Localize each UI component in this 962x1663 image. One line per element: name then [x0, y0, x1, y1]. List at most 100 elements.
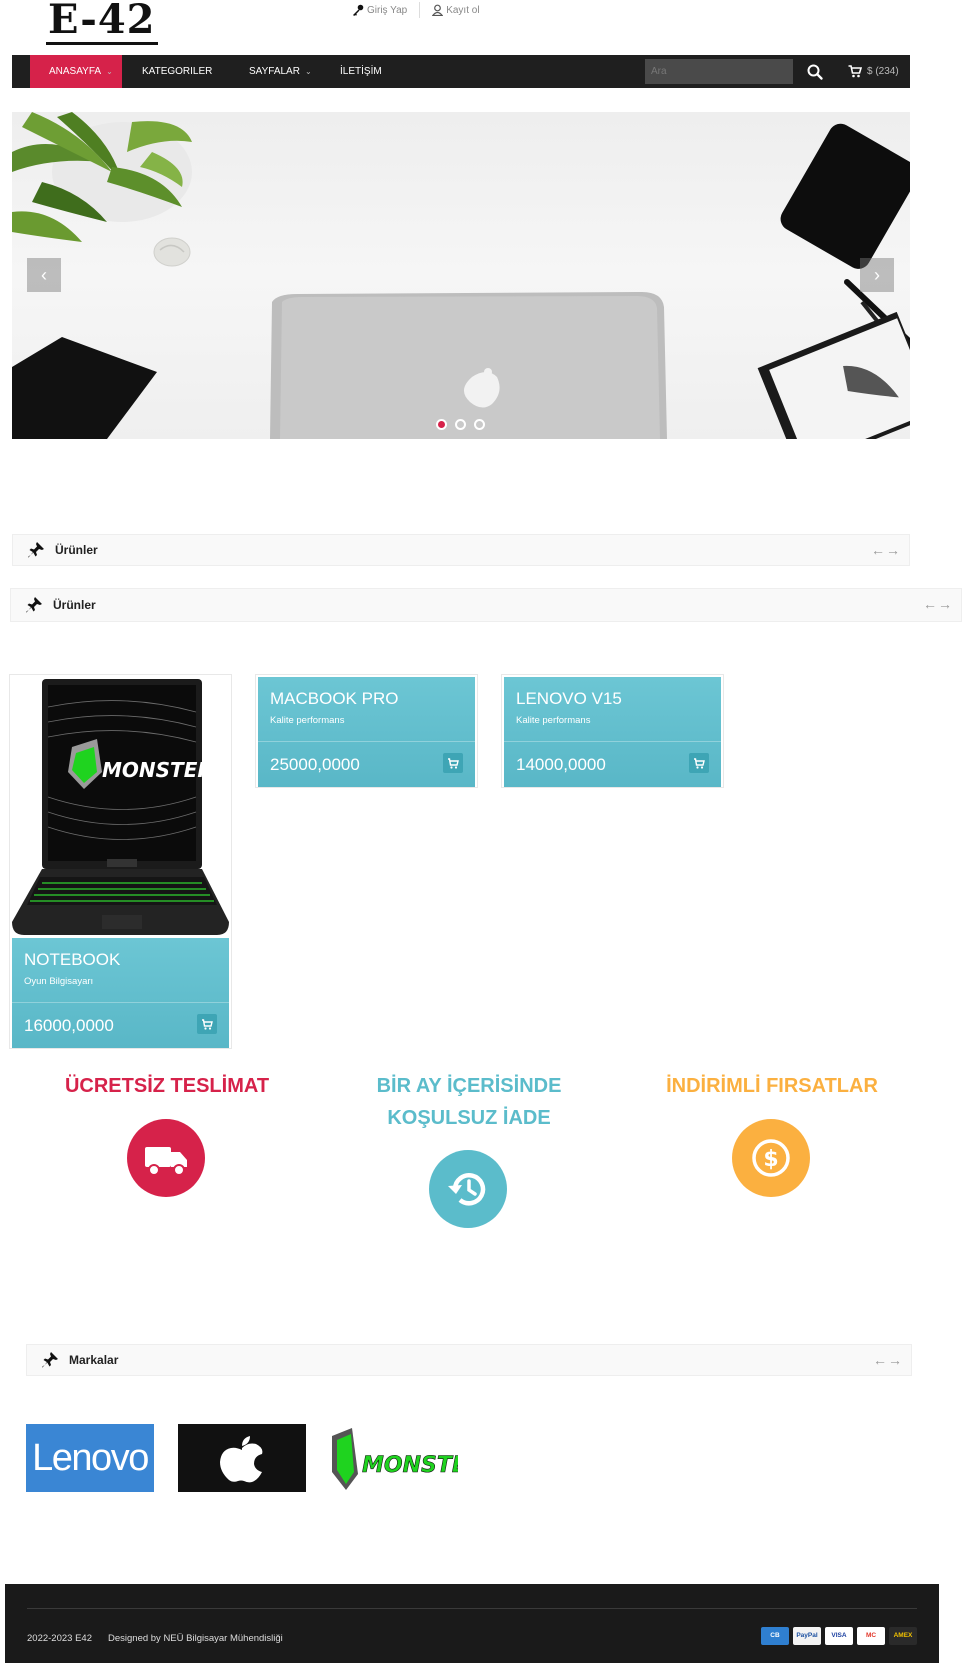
main-navbar: ANASAYFA ⌄ KATEGORILER SAYFALAR ⌄ İLETİŞİM… — [12, 55, 910, 88]
feature-deals: $ — [732, 1119, 810, 1197]
chevron-down-icon: ⌄ — [106, 67, 113, 76]
chevron-down-icon: ⌄ — [304, 67, 312, 76]
section-nav-arrows[interactable]: ←→ — [871, 542, 901, 558]
add-to-cart-button[interactable] — [689, 753, 709, 773]
product-image: MONSTER — [12, 677, 229, 938]
nav-item-iletisim[interactable]: İLETİŞİM — [340, 55, 382, 88]
product-desc: Oyun Bilgisayarı — [24, 976, 94, 987]
product-desc: Kalite performans — [270, 715, 345, 726]
nav-item-kategoriler[interactable]: KATEGORILER — [142, 55, 212, 88]
footer: 2022-2023 E42 Designed by NEÜ Bilgisayar… — [5, 1584, 939, 1663]
payment-visa-icon: VISA — [825, 1627, 853, 1645]
cart-icon — [448, 758, 459, 769]
product-info: NOTEBOOK Oyun Bilgisayarı 16000,0000 — [12, 938, 229, 1048]
payment-cb-icon: CB — [761, 1627, 789, 1645]
monster-logo: MONSTER — [332, 1428, 484, 1490]
products-section-header: Ürünler ←→ — [12, 534, 910, 566]
divider — [12, 1002, 229, 1003]
section-title: Markalar — [69, 1353, 119, 1367]
brands-section-header: Markalar ←→ — [26, 1344, 912, 1376]
account-links: Giriş Yap Kayıt ol — [340, 2, 492, 18]
slide-image — [12, 112, 910, 439]
slider-dot[interactable] — [436, 419, 447, 430]
apple-icon — [220, 1436, 263, 1483]
dollar-icon: $ — [752, 1139, 790, 1177]
section-nav-arrows[interactable]: ←→ — [873, 1352, 903, 1368]
brand-apple[interactable] — [178, 1424, 306, 1492]
slider-dots — [436, 419, 485, 430]
pin-icon — [28, 542, 44, 558]
product-card[interactable]: MONSTER NOTEBOOK Oyun Bilgisayarı 16000,… — [9, 674, 232, 1049]
search-input[interactable] — [645, 59, 793, 84]
user-icon — [432, 4, 444, 16]
nav-item-label: ANASAYFA — [49, 66, 102, 77]
pin-icon — [26, 597, 42, 613]
copyright: 2022-2023 E42 — [27, 1633, 92, 1644]
product-info: MACBOOK PRO Kalite performans 25000,0000 — [258, 677, 475, 787]
svg-text:$: $ — [763, 1147, 778, 1172]
register-link[interactable]: Kayıt ol — [420, 2, 491, 18]
feature-delivery — [127, 1119, 205, 1197]
nav-item-sayfalar[interactable]: SAYFALAR ⌄ — [249, 55, 312, 88]
login-label: Giriş Yap — [367, 4, 408, 16]
brand-name: Lenovo — [32, 1437, 149, 1479]
history-icon — [448, 1173, 486, 1206]
cart-icon — [848, 65, 862, 78]
payment-amex-icon: AMEX — [889, 1627, 917, 1645]
cart-total: $ (234) — [867, 66, 899, 77]
truck-icon — [145, 1147, 187, 1176]
slider-next-button[interactable]: › — [860, 258, 894, 292]
product-card[interactable]: LENOVO V15 Kalite performans 14000,0000 — [501, 674, 724, 788]
section-title: Ürünler — [55, 543, 98, 557]
brand-lenovo[interactable]: Lenovo — [26, 1424, 154, 1492]
laptop-image: MONSTER — [12, 679, 229, 935]
payment-methods: CB PayPal VISA MC AMEX — [761, 1627, 917, 1645]
divider — [258, 741, 475, 742]
register-label: Kayıt ol — [446, 4, 480, 16]
feature-returns — [429, 1150, 507, 1228]
add-to-cart-button[interactable] — [443, 753, 463, 773]
nav-item-label: KATEGORILER — [142, 66, 213, 77]
section-nav-arrows[interactable]: ←→ — [923, 596, 953, 612]
slider-dot[interactable] — [455, 419, 466, 430]
footer-divider — [27, 1608, 917, 1609]
product-name: MACBOOK PRO — [270, 689, 399, 708]
slider-dot[interactable] — [474, 419, 485, 430]
product-price: 16000,0000 — [24, 1016, 114, 1035]
login-link[interactable]: Giriş Yap — [340, 2, 419, 18]
nav-item-label: İLETİŞİM — [340, 66, 382, 77]
product-brand-text: MONSTER — [102, 758, 213, 782]
feature-title-line: KOŞULSUZ İADE — [387, 1107, 551, 1129]
product-desc: Kalite performans — [516, 715, 591, 726]
cart-icon — [202, 1019, 213, 1030]
feature-title-returns: BİR AY İÇERİSİNDE KOŞULSUZ İADE — [330, 1070, 608, 1134]
product-name: NOTEBOOK — [24, 950, 121, 969]
divider — [504, 741, 721, 742]
feature-title-delivery: ÜCRETSİZ TESLİMAT — [64, 1075, 270, 1097]
add-to-cart-button[interactable] — [197, 1014, 217, 1034]
site-logo[interactable]: E-42 — [46, 0, 158, 45]
payment-paypal-icon: PayPal — [793, 1627, 821, 1645]
feature-title-line: BİR AY İÇERİSİNDE — [376, 1075, 562, 1097]
key-icon — [353, 4, 364, 16]
product-price: 25000,0000 — [270, 755, 360, 774]
products-section-header-2: Ürünler ←→ — [10, 588, 962, 622]
payment-mastercard-icon: MC — [857, 1627, 885, 1645]
search-icon[interactable] — [806, 63, 824, 81]
cart-button[interactable]: $ (234) — [848, 55, 899, 88]
product-price: 14000,0000 — [516, 755, 606, 774]
nav-item-label: SAYFALAR — [249, 66, 300, 77]
brand-name: MONSTER — [362, 1453, 458, 1478]
product-info: LENOVO V15 Kalite performans 14000,0000 — [504, 677, 721, 787]
pin-icon — [42, 1352, 58, 1368]
feature-title-deals: İNDİRİMLİ FIRSATLAR — [666, 1075, 878, 1097]
hero-slider[interactable]: ‹ › — [12, 112, 910, 439]
slider-prev-button[interactable]: ‹ — [27, 258, 61, 292]
product-card[interactable]: MACBOOK PRO Kalite performans 25000,0000 — [255, 674, 478, 788]
cart-icon — [694, 758, 705, 769]
brand-monster[interactable]: MONSTER — [328, 1424, 484, 1492]
product-name: LENOVO V15 — [516, 689, 622, 708]
section-title: Ürünler — [53, 598, 96, 612]
nav-item-anasayfa[interactable]: ANASAYFA ⌄ — [30, 55, 122, 88]
footer-credit: Designed by NEÜ Bilgisayar Mühendisliği — [108, 1633, 283, 1644]
